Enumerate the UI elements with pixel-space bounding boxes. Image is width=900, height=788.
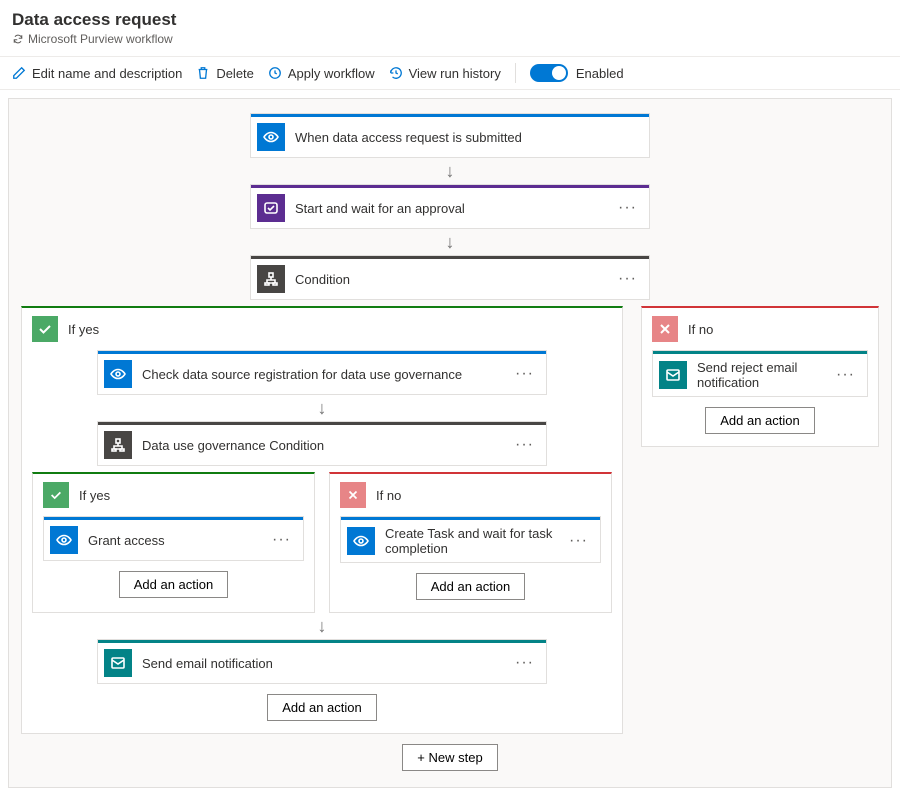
arrow-icon: ↓ (318, 617, 327, 635)
more-icon[interactable]: ··· (565, 532, 592, 550)
toolbar: Edit name and description Delete Apply w… (0, 56, 900, 90)
inner-if-no-branch: If no Create Task and wait for task comp… (329, 472, 612, 613)
edit-label: Edit name and description (32, 66, 182, 81)
eye-icon (50, 526, 78, 554)
refresh-icon (12, 33, 24, 45)
more-icon[interactable]: ··· (511, 365, 538, 383)
send-email-card[interactable]: Send email notification ··· (97, 639, 547, 684)
check-reg-title: Check data source registration for data … (142, 367, 501, 382)
gov-cond-title: Data use governance Condition (142, 438, 501, 453)
eye-icon (257, 123, 285, 151)
add-action-button[interactable]: Add an action (267, 694, 377, 721)
apply-label: Apply workflow (288, 66, 375, 81)
eye-icon (347, 527, 375, 555)
pencil-icon (12, 66, 26, 80)
subtitle-text: Microsoft Purview workflow (28, 32, 173, 46)
create-task-card[interactable]: Create Task and wait for task completion… (340, 516, 601, 563)
delete-button[interactable]: Delete (196, 66, 254, 81)
if-yes-branch: If yes Check data source registration fo… (21, 306, 623, 734)
enabled-label: Enabled (576, 66, 624, 81)
more-icon[interactable]: ··· (268, 531, 295, 549)
condition-title: Condition (295, 272, 604, 287)
inner-yes-label: If yes (79, 488, 110, 503)
arrow-icon: ↓ (446, 162, 455, 180)
check-icon (43, 482, 69, 508)
approval-icon (257, 194, 285, 222)
send-reject-card[interactable]: Send reject email notification ··· (652, 350, 868, 397)
condition-icon (104, 431, 132, 459)
more-icon[interactable]: ··· (614, 199, 641, 217)
grant-title: Grant access (88, 533, 258, 548)
check-registration-card[interactable]: Check data source registration for data … (97, 350, 547, 395)
arrow-icon: ↓ (446, 233, 455, 251)
workflow-canvas: When data access request is submitted ↓ … (8, 98, 892, 788)
condition-card[interactable]: Condition ··· (250, 255, 650, 300)
toggle-icon (530, 64, 568, 82)
inner-if-yes-branch: If yes Grant access ··· (32, 472, 315, 613)
trigger-card[interactable]: When data access request is submitted (250, 113, 650, 158)
delete-label: Delete (216, 66, 254, 81)
history-label: View run history (409, 66, 501, 81)
add-action-button[interactable]: Add an action (416, 573, 526, 600)
x-icon (652, 316, 678, 342)
mail-icon (104, 649, 132, 677)
eye-icon (104, 360, 132, 388)
apply-workflow-button[interactable]: Apply workflow (268, 66, 375, 81)
x-icon (340, 482, 366, 508)
apply-icon (268, 66, 282, 80)
governance-condition-card[interactable]: Data use governance Condition ··· (97, 421, 547, 466)
check-icon (32, 316, 58, 342)
condition-icon (257, 265, 285, 293)
page-title: Data access request (12, 10, 888, 30)
enabled-toggle[interactable]: Enabled (530, 64, 624, 82)
inner-no-label: If no (376, 488, 401, 503)
subtitle: Microsoft Purview workflow (12, 32, 888, 46)
view-history-button[interactable]: View run history (389, 66, 501, 81)
more-icon[interactable]: ··· (832, 366, 859, 384)
if-yes-label: If yes (68, 322, 99, 337)
send-email-title: Send email notification (142, 656, 501, 671)
if-no-label: If no (688, 322, 713, 337)
mail-icon (659, 361, 687, 389)
divider (515, 63, 516, 83)
history-icon (389, 66, 403, 80)
approval-title: Start and wait for an approval (295, 201, 604, 216)
send-reject-title: Send reject email notification (697, 360, 822, 390)
trigger-title: When data access request is submitted (295, 130, 641, 145)
grant-access-card[interactable]: Grant access ··· (43, 516, 304, 561)
more-icon[interactable]: ··· (511, 436, 538, 454)
more-icon[interactable]: ··· (614, 270, 641, 288)
arrow-icon: ↓ (318, 399, 327, 417)
new-step-button[interactable]: + New step (402, 744, 497, 771)
add-action-button[interactable]: Add an action (705, 407, 815, 434)
add-action-button[interactable]: Add an action (119, 571, 229, 598)
more-icon[interactable]: ··· (511, 654, 538, 672)
if-no-branch: If no Send reject email notification ···… (641, 306, 879, 447)
edit-name-button[interactable]: Edit name and description (12, 66, 182, 81)
approval-card[interactable]: Start and wait for an approval ··· (250, 184, 650, 229)
create-task-title: Create Task and wait for task completion (385, 526, 555, 556)
trash-icon (196, 66, 210, 80)
